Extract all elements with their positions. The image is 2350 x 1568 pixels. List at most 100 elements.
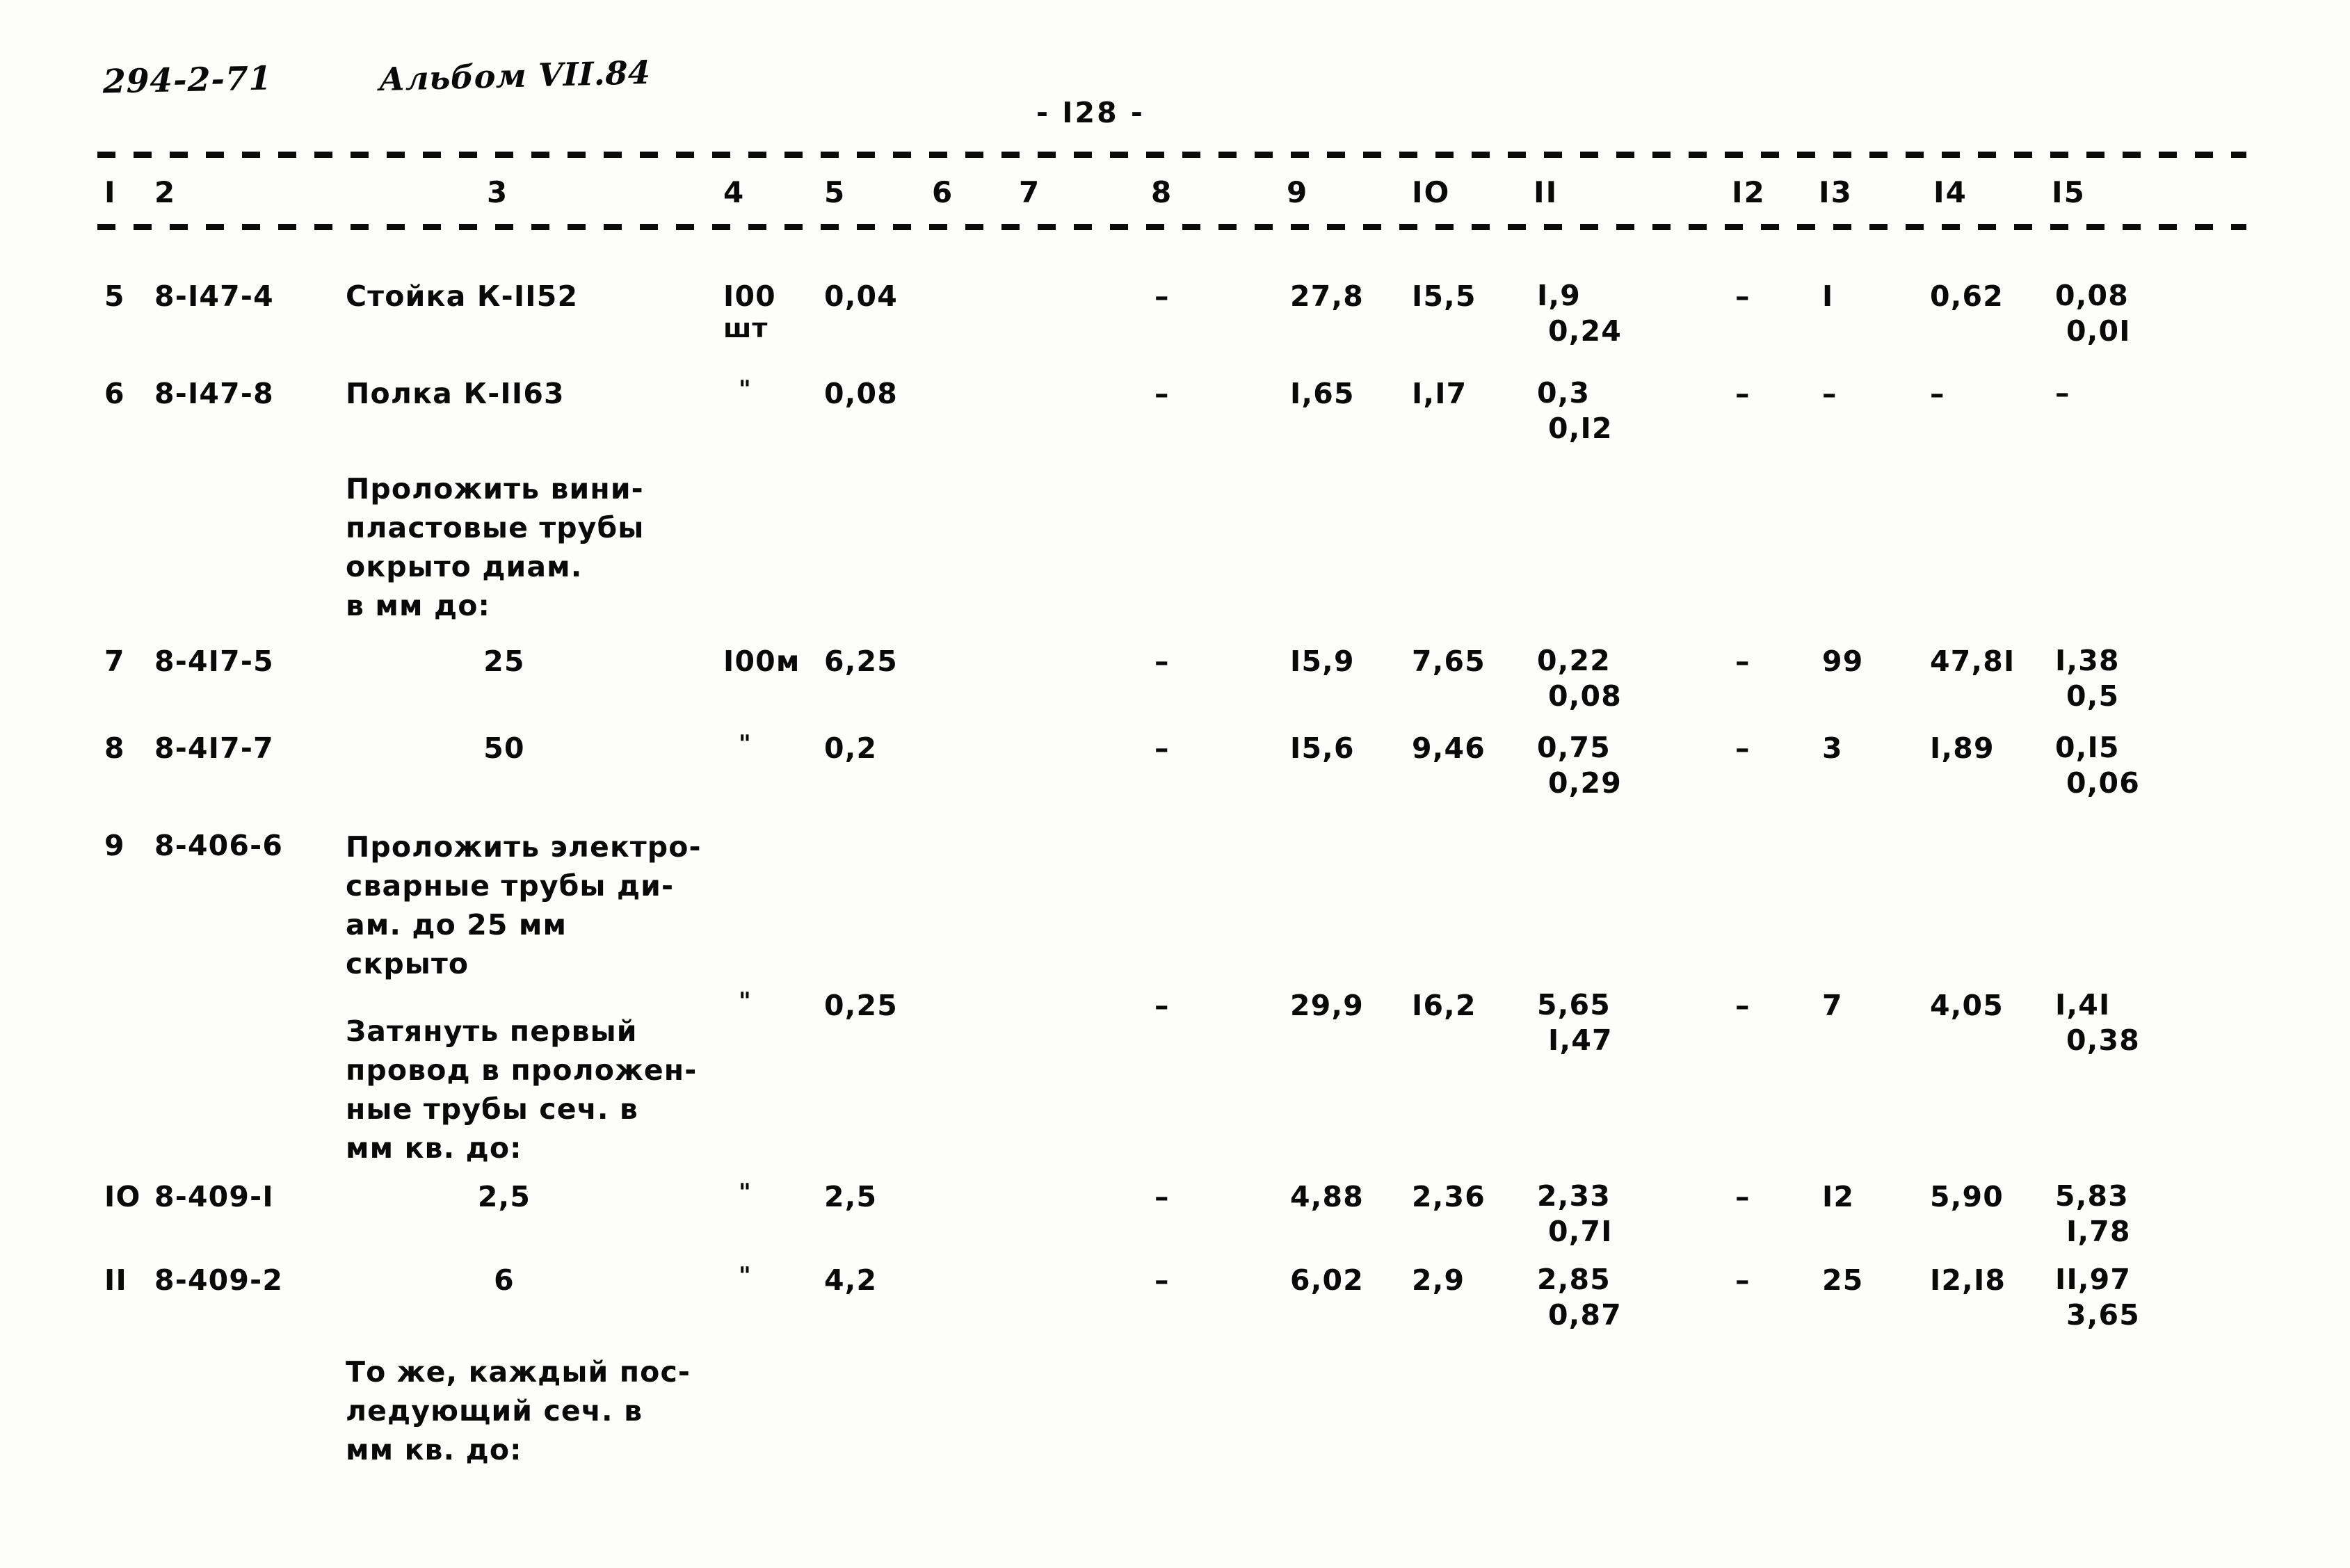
col15-lower: 0,06	[2066, 766, 2140, 800]
column-header-2: 2	[154, 175, 177, 209]
description-cell: Полка К-II63	[346, 377, 565, 410]
col15-upper: I,38	[2055, 644, 2120, 677]
page-number: - I28 -	[1036, 96, 1145, 129]
column-header-3: 3	[487, 175, 509, 209]
row-index-cell: 9	[104, 829, 125, 862]
c14-value-cell: 5,90	[1930, 1180, 2004, 1213]
unit-cell: I00м	[723, 645, 800, 678]
page-header: 294-2-71 Альбом VII.84 - I28 -	[0, 42, 2350, 129]
c14-value-cell: –	[1930, 377, 1945, 410]
col15-stacked-value: 0,08 0,0I	[2055, 278, 2131, 349]
c12-value-cell: –	[1735, 732, 1751, 765]
col15-lower: 0,0I	[2066, 314, 2131, 348]
col11-lower: 0,I2	[1548, 412, 1613, 445]
c9-value-cell: I5,9	[1290, 645, 1355, 678]
c13-value-cell: 7	[1822, 989, 1843, 1022]
column-header-4: 4	[723, 175, 746, 209]
row-index-cell: II	[104, 1263, 127, 1297]
c12-value-cell: –	[1735, 1263, 1751, 1297]
norm-code-cell: 8-4I7-7	[154, 732, 274, 765]
norm-code-cell: 8-4I7-5	[154, 645, 274, 678]
description-cell: 25	[483, 645, 525, 678]
col11-upper: 2,33	[1537, 1179, 1611, 1213]
col11-stacked-value: 0,22 0,08	[1537, 643, 1622, 714]
row-index-cell: IO	[104, 1180, 141, 1213]
ditto-mark-unit: "	[739, 1262, 752, 1290]
column-header-9: 9	[1287, 175, 1309, 209]
table-rule-top	[97, 152, 2246, 158]
col15-upper: 0,08	[2055, 279, 2129, 312]
row-note-text: Затянуть первый провод в проложен- ные т…	[346, 1015, 698, 1165]
col15-lower: I,78	[2066, 1215, 2131, 1248]
col8-dash-cell: –	[1154, 280, 1170, 313]
col15-stacked-value: I,38 0,5	[2055, 643, 2120, 714]
norm-code-cell: 8-406-6	[154, 829, 284, 862]
col8-dash-cell: –	[1154, 1180, 1170, 1213]
table-rule-bottom	[97, 224, 2246, 230]
quantity-cell: 0,2	[824, 732, 878, 765]
description-cell: Проложить электро- сварные трубы ди- ам.…	[346, 830, 702, 980]
col11-upper: 0,22	[1537, 644, 1611, 677]
col11-upper: I,9	[1537, 279, 1581, 312]
quantity-cell: 6,25	[824, 645, 898, 678]
c9-value-cell: 27,8	[1290, 280, 1364, 313]
description-cell: Стойка К-II52	[346, 280, 579, 313]
column-header-ii: II	[1534, 175, 1559, 209]
col11-stacked-value: 2,33 0,7I	[1537, 1179, 1613, 1250]
col11-stacked-value: 2,85 0,87	[1537, 1262, 1622, 1333]
col11-lower: 0,29	[1548, 766, 1622, 800]
quantity-cell: 0,08	[824, 377, 898, 410]
ditto-mark-unit: "	[739, 375, 752, 403]
document-page: 294-2-71 Альбом VII.84 - I28 - I23456789…	[0, 0, 2350, 1568]
description-cell: 2,5	[477, 1180, 531, 1213]
col11-upper: 2,85	[1537, 1263, 1611, 1296]
document-code: 294-2-71	[103, 59, 273, 102]
column-header-i4: I4	[1933, 175, 1967, 209]
c10-value-cell: I,I7	[1412, 377, 1467, 410]
c10-value-cell: I5,5	[1412, 280, 1476, 313]
col15-lower: 0,38	[2066, 1024, 2140, 1057]
col11-lower: I,47	[1548, 1024, 1613, 1057]
col15-stacked-value: 0,I5 0,06	[2055, 730, 2140, 801]
description-cell: 50	[483, 732, 525, 765]
c12-value-cell: –	[1735, 989, 1751, 1022]
c14-value-cell: I,89	[1930, 732, 1995, 765]
c13-value-cell: I2	[1822, 1180, 1855, 1213]
c10-value-cell: 2,36	[1412, 1180, 1486, 1213]
quantity-cell: 2,5	[824, 1180, 878, 1213]
row-note-text: Проложить вини- пластовые трубы окрыто д…	[346, 472, 645, 622]
column-header-5: 5	[824, 175, 846, 209]
row-index-cell: 5	[104, 280, 125, 313]
col15-lower: 3,65	[2066, 1298, 2140, 1332]
c10-value-cell: 9,46	[1412, 732, 1486, 765]
unit-cell: I00	[723, 280, 776, 313]
quantity-cell: 0,25	[824, 989, 898, 1022]
row-note-text: То же, каждый пос- ледующий сеч. в мм кв…	[346, 1355, 691, 1466]
row-index-cell: 6	[104, 377, 125, 410]
ditto-mark-unit: "	[739, 1179, 752, 1206]
c12-value-cell: –	[1735, 280, 1751, 313]
col15-upper: 5,83	[2055, 1179, 2129, 1213]
col15-upper: I,4I	[2055, 988, 2111, 1021]
col11-lower: 0,24	[1548, 314, 1622, 348]
col11-lower: 0,87	[1548, 1298, 1622, 1332]
c10-value-cell: 2,9	[1412, 1263, 1465, 1297]
column-header-7: 7	[1019, 175, 1041, 209]
c12-value-cell: –	[1735, 645, 1751, 678]
col11-upper: 5,65	[1537, 988, 1611, 1021]
c10-value-cell: 7,65	[1412, 645, 1486, 678]
c9-value-cell: 6,02	[1290, 1263, 1364, 1297]
col15-stacked-value: –	[2055, 375, 2070, 411]
c13-value-cell: 3	[1822, 732, 1843, 765]
c13-value-cell: –	[1822, 377, 1837, 410]
column-header-i: I	[104, 175, 117, 209]
row-index-cell: 8	[104, 732, 125, 765]
column-header-io: IO	[1412, 175, 1451, 209]
unit-subline: шт	[723, 313, 768, 343]
c10-value-cell: I6,2	[1412, 989, 1476, 1022]
column-header-i2: I2	[1732, 175, 1766, 209]
column-header-i5: I5	[2052, 175, 2086, 209]
col8-dash-cell: –	[1154, 1263, 1170, 1297]
ditto-mark-unit: "	[739, 730, 752, 758]
c12-value-cell: –	[1735, 1180, 1751, 1213]
